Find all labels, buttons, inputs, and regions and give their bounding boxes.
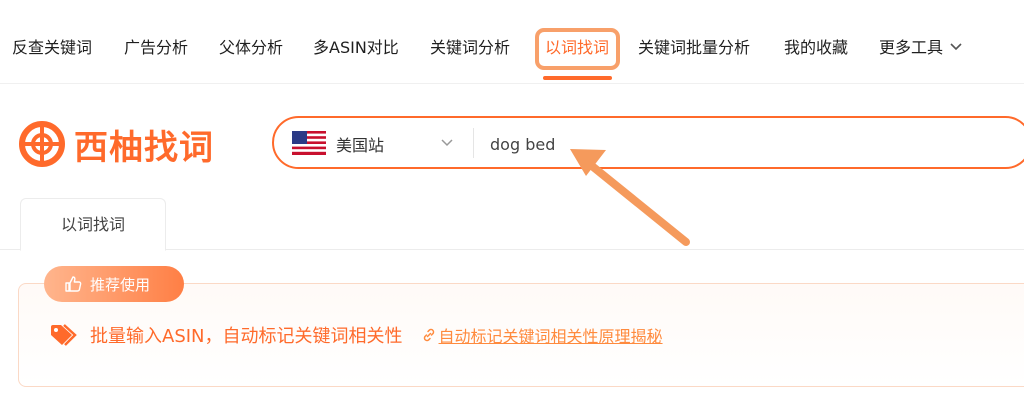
nav-item-parent-analysis[interactable]: 父体分析 bbox=[219, 36, 283, 60]
search-divider bbox=[473, 128, 474, 158]
grapefruit-logo-icon bbox=[19, 121, 65, 167]
nav-item-ad-analysis[interactable]: 广告分析 bbox=[124, 36, 188, 60]
top-nav: 反查关键词 广告分析 父体分析 多ASIN对比 关键词分析 以词找词 关键词批量… bbox=[0, 0, 1024, 84]
nav-item-asin-compare[interactable]: 多ASIN对比 bbox=[313, 36, 399, 60]
search-bar: 美国站 bbox=[272, 116, 1024, 169]
recommend-badge: 推荐使用 bbox=[44, 266, 184, 302]
recommendation-text: 批量输入ASIN，自动标记关键词相关性 bbox=[90, 326, 403, 347]
tag-icon bbox=[51, 324, 77, 346]
relevance-principle-link[interactable]: 自动标记关键词相关性原理揭秘 bbox=[421, 323, 663, 347]
us-flag-icon bbox=[292, 131, 326, 155]
nav-item-more-tools[interactable]: 更多工具 bbox=[879, 36, 963, 60]
tab-bar: 以词找词 bbox=[0, 198, 1024, 251]
nav-item-word-to-word[interactable]: 以词找词 bbox=[545, 36, 609, 60]
more-tools-label: 更多工具 bbox=[879, 38, 944, 57]
chevron-down-icon bbox=[950, 43, 962, 51]
tab-word-to-word[interactable]: 以词找词 bbox=[20, 198, 166, 251]
recommendation-row: 批量输入ASIN，自动标记关键词相关性 自动标记关键词相关性原理揭秘 bbox=[50, 322, 663, 348]
link-icon bbox=[423, 328, 434, 342]
recommend-badge-label: 推荐使用 bbox=[90, 275, 151, 294]
nav-item-keyword-analysis[interactable]: 关键词分析 bbox=[430, 36, 510, 60]
keyword-search-input[interactable] bbox=[490, 130, 990, 158]
active-tab-underline bbox=[543, 76, 612, 80]
marketplace-select[interactable]: 美国站 bbox=[336, 132, 384, 156]
nav-item-reverse-keyword[interactable]: 反查关键词 bbox=[12, 36, 92, 60]
thumbs-up-icon bbox=[65, 276, 82, 292]
chevron-down-icon[interactable] bbox=[440, 138, 454, 148]
logo[interactable]: 西柚找词 bbox=[18, 119, 214, 169]
nav-item-batch-keyword[interactable]: 关键词批量分析 bbox=[638, 36, 750, 60]
relevance-principle-link-label: 自动标记关键词相关性原理揭秘 bbox=[438, 327, 663, 346]
logo-text: 西柚找词 bbox=[74, 127, 214, 168]
nav-item-favorites[interactable]: 我的收藏 bbox=[784, 36, 848, 60]
